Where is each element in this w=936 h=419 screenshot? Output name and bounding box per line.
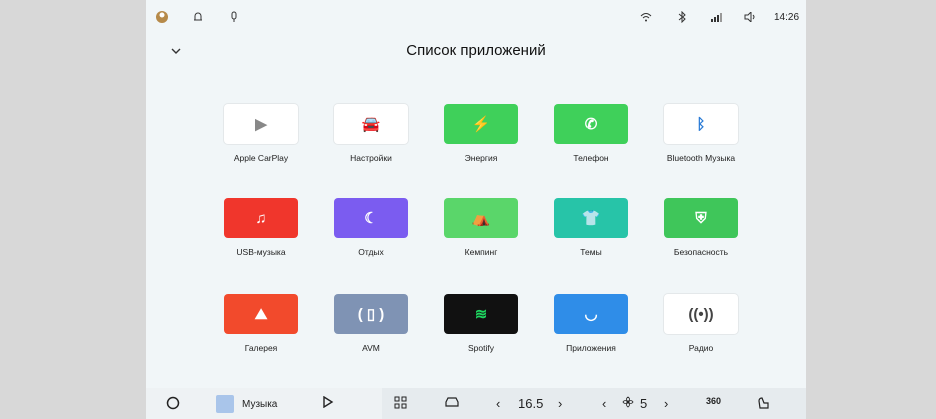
app-tile-4[interactable]: ᛒ (664, 104, 738, 144)
app-label[interactable]: Галерея (206, 343, 316, 353)
bluetooth-icon (674, 9, 690, 25)
bottom-dock: Музыка ‹ 16.5 › ‹ 5 › 360 (146, 388, 806, 419)
home-icon[interactable] (166, 396, 180, 410)
app-tile-7[interactable]: ⛺ (444, 198, 518, 238)
app-label[interactable]: Spotify (426, 343, 536, 353)
themes-icon: 👕 (581, 210, 601, 227)
music-label[interactable]: Музыка (242, 399, 277, 410)
play-icon[interactable] (322, 396, 334, 408)
volume-icon[interactable] (742, 9, 758, 25)
app-tile-0[interactable]: ▶ (224, 104, 298, 144)
app-tile-12[interactable]: ≋ (444, 294, 518, 334)
app-label[interactable]: Apple CarPlay (206, 153, 316, 163)
avm-icon: ( ▯ ) (357, 306, 385, 323)
app-label[interactable]: Приложения (536, 343, 646, 353)
clock: 14:26 (774, 12, 800, 23)
temp-up-button[interactable]: › (558, 396, 562, 411)
apps-store-icon: ◡ (584, 306, 598, 323)
fan-up-button[interactable]: › (664, 396, 668, 411)
camping-icon: ⛺ (471, 210, 491, 227)
status-bar: 14:26 (146, 0, 806, 34)
app-label[interactable]: Радио (646, 343, 756, 353)
fan-icon (622, 396, 634, 408)
app-list-screen: 14:26 Список приложений ▶ Apple CarPlay 🚘 Н… (146, 0, 806, 419)
app-label[interactable]: Темы (536, 247, 646, 257)
view-360-button[interactable]: 360 (706, 396, 721, 406)
bluetooth-music-icon: ᛒ (696, 115, 706, 133)
temp-down-button[interactable]: ‹ (496, 396, 500, 411)
bell-icon[interactable] (190, 9, 206, 25)
app-tile-1[interactable]: 🚘 (334, 104, 408, 144)
security-icon: ⛨ (695, 209, 707, 227)
app-tile-5[interactable]: ♫ (224, 198, 298, 238)
fan-value: 5 (640, 396, 648, 411)
app-label[interactable]: Кемпинг (426, 247, 536, 257)
app-label[interactable]: Телефон (536, 153, 646, 163)
app-tile-9[interactable]: ⛨ (664, 198, 738, 238)
app-tile-3[interactable]: ✆ (554, 104, 628, 144)
app-label[interactable]: AVM (316, 343, 426, 353)
app-tile-2[interactable]: ⚡ (444, 104, 518, 144)
app-label[interactable]: Bluetooth Музыка (646, 153, 756, 163)
mic-icon[interactable] (226, 9, 242, 25)
app-tile-13[interactable]: ◡ (554, 294, 628, 334)
app-tile-6[interactable]: ☾ (334, 198, 408, 238)
temp-value: 16.5 (518, 396, 544, 411)
app-label[interactable]: Отдых (316, 247, 426, 257)
car-settings-icon: 🚘 (361, 116, 381, 133)
app-tile-10[interactable]: ⛰ (224, 294, 298, 334)
rest-icon: ☾ (364, 210, 378, 227)
app-tile-14[interactable]: ((•)) (664, 294, 738, 334)
energy-icon: ⚡ (471, 116, 491, 133)
gallery-icon: ⛰ (254, 305, 268, 323)
music-thumbnail[interactable] (216, 395, 234, 413)
radio-icon: ((•)) (688, 305, 714, 323)
usb-icon: ♫ (255, 209, 267, 227)
carplay-icon: ▶ (255, 116, 267, 133)
app-label[interactable]: Энергия (426, 153, 536, 163)
signal-icon (708, 9, 724, 25)
apps-grid-icon[interactable] (394, 396, 407, 409)
app-tile-8[interactable]: 👕 (554, 198, 628, 238)
phone-icon: ✆ (584, 116, 598, 133)
app-label[interactable]: Настройки (316, 153, 426, 163)
page-title: Список приложений (406, 42, 546, 59)
wifi-icon (638, 9, 654, 25)
app-label[interactable]: Безопасность (646, 247, 756, 257)
app-label[interactable]: USB-музыка (206, 247, 316, 257)
spotify-icon: ≋ (474, 306, 488, 323)
fan-down-button[interactable]: ‹ (602, 396, 606, 411)
seat-heat-icon[interactable] (756, 396, 770, 410)
car-icon[interactable] (444, 396, 460, 408)
app-tile-11[interactable]: ( ▯ ) (334, 294, 408, 334)
avatar-icon[interactable] (154, 9, 170, 25)
